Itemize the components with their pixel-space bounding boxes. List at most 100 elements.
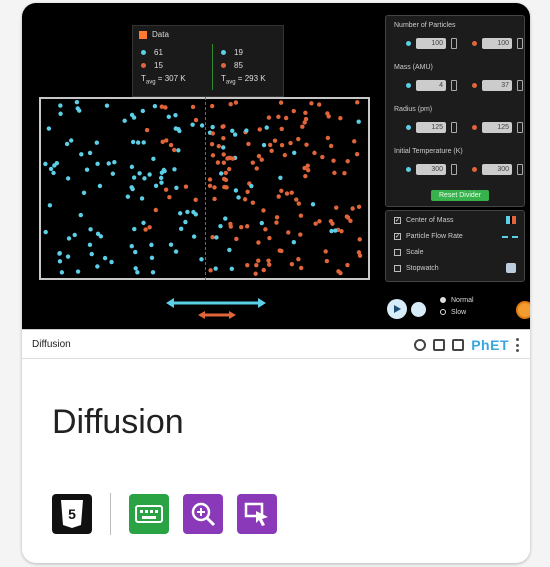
- particle: [342, 171, 347, 176]
- particle: [348, 218, 353, 224]
- mass-label: Mass (AMU): [394, 64, 433, 71]
- particle: [298, 213, 304, 218]
- particle: [357, 253, 363, 258]
- spinner-arrows[interactable]: [451, 164, 457, 175]
- normal-speed-radio[interactable]: [440, 297, 446, 304]
- spinner-arrows[interactable]: [517, 38, 523, 49]
- slow-speed-radio[interactable]: [440, 309, 446, 316]
- particle: [325, 135, 331, 141]
- settings-icon[interactable]: [414, 339, 427, 351]
- particle: [48, 166, 54, 172]
- num-left-spinner[interactable]: 100: [416, 38, 446, 49]
- particle: [178, 226, 184, 232]
- simulation-card[interactable]: Data 61 15 Tavg = 307 K 19 85 Tavg = 293…: [22, 3, 530, 563]
- reset-divider-button[interactable]: Reset Divider: [431, 190, 489, 201]
- particle: [221, 136, 226, 141]
- particle: [317, 102, 322, 107]
- mass-left-spinner[interactable]: 4: [416, 80, 446, 91]
- particle: [227, 247, 232, 253]
- phet-logo[interactable]: PhET: [471, 337, 509, 353]
- particle: [46, 126, 52, 131]
- card-title[interactable]: Diffusion: [52, 403, 184, 442]
- spinner-arrows[interactable]: [517, 164, 523, 175]
- particle: [95, 231, 101, 237]
- particle: [263, 227, 268, 232]
- menu-icon[interactable]: [516, 338, 520, 352]
- particle: [288, 140, 293, 146]
- particle: [356, 119, 361, 124]
- particle: [233, 100, 239, 105]
- spinner-arrows[interactable]: [451, 80, 457, 91]
- particle: [272, 138, 278, 143]
- particle: [176, 148, 181, 153]
- particle: [168, 142, 174, 148]
- particle: [133, 266, 138, 271]
- particle: [173, 126, 178, 131]
- stopwatch-checkbox[interactable]: [394, 265, 401, 272]
- temp-right-spinner[interactable]: 300: [482, 164, 512, 175]
- keyboard-icon[interactable]: [452, 339, 465, 351]
- blue-particle-icon: [406, 41, 411, 46]
- reset-all-button[interactable]: [516, 301, 530, 319]
- particle: [228, 221, 233, 227]
- particle: [209, 103, 215, 109]
- particle: [133, 249, 138, 255]
- particle: [185, 209, 190, 215]
- particle: [282, 152, 288, 158]
- particle: [300, 124, 305, 129]
- sound-icon[interactable]: [433, 339, 446, 351]
- scale-label: Scale: [406, 249, 424, 256]
- particle: [52, 163, 57, 168]
- particle: [294, 197, 299, 202]
- play-button[interactable]: [387, 299, 407, 319]
- particle: [234, 236, 239, 242]
- particle: [279, 143, 285, 148]
- particle: [310, 202, 316, 207]
- spinner-arrows[interactable]: [517, 122, 523, 133]
- particle: [328, 143, 334, 149]
- center-of-mass-checkbox[interactable]: ✓: [394, 217, 401, 224]
- radius-label: Radius (pm): [394, 106, 433, 113]
- particle: [218, 171, 224, 176]
- particle: [245, 262, 250, 268]
- particle: [276, 194, 281, 199]
- particle: [292, 150, 297, 156]
- particle: [233, 188, 239, 193]
- particle: [199, 123, 205, 128]
- scale-checkbox[interactable]: [394, 249, 401, 256]
- orange-particle-icon: [472, 41, 477, 46]
- particle: [190, 104, 196, 110]
- particle: [88, 227, 93, 232]
- flow-rate-label: Particle Flow Rate: [406, 233, 463, 240]
- particle: [75, 269, 81, 274]
- spinner-arrows[interactable]: [451, 122, 457, 133]
- particle: [163, 187, 169, 192]
- particle: [153, 207, 158, 213]
- spinner-arrows[interactable]: [517, 80, 523, 91]
- radius-left-spinner[interactable]: 125: [416, 122, 446, 133]
- particle: [199, 257, 204, 262]
- particle: [210, 124, 215, 130]
- particle: [149, 242, 154, 248]
- radius-right-spinner[interactable]: 125: [482, 122, 512, 133]
- particle: [338, 115, 343, 121]
- spinner-arrows[interactable]: [451, 38, 457, 49]
- particle: [75, 106, 80, 111]
- particle: [207, 183, 213, 188]
- particle: [355, 100, 360, 105]
- step-button[interactable]: [411, 302, 426, 317]
- temp-left-spinner[interactable]: 300: [416, 164, 446, 175]
- particle: [220, 124, 225, 129]
- particle: [215, 160, 221, 165]
- particle: [218, 223, 223, 229]
- particle: [140, 108, 146, 114]
- particle: [177, 128, 182, 134]
- mass-right-spinner[interactable]: 37: [482, 80, 512, 91]
- num-right-spinner[interactable]: 100: [482, 38, 512, 49]
- interactive-pointer-icon: [237, 494, 277, 534]
- flow-rate-checkbox[interactable]: ✓: [394, 233, 401, 240]
- particle: [313, 221, 318, 226]
- particle: [227, 155, 233, 161]
- particle: [58, 111, 63, 116]
- particle: [256, 258, 261, 263]
